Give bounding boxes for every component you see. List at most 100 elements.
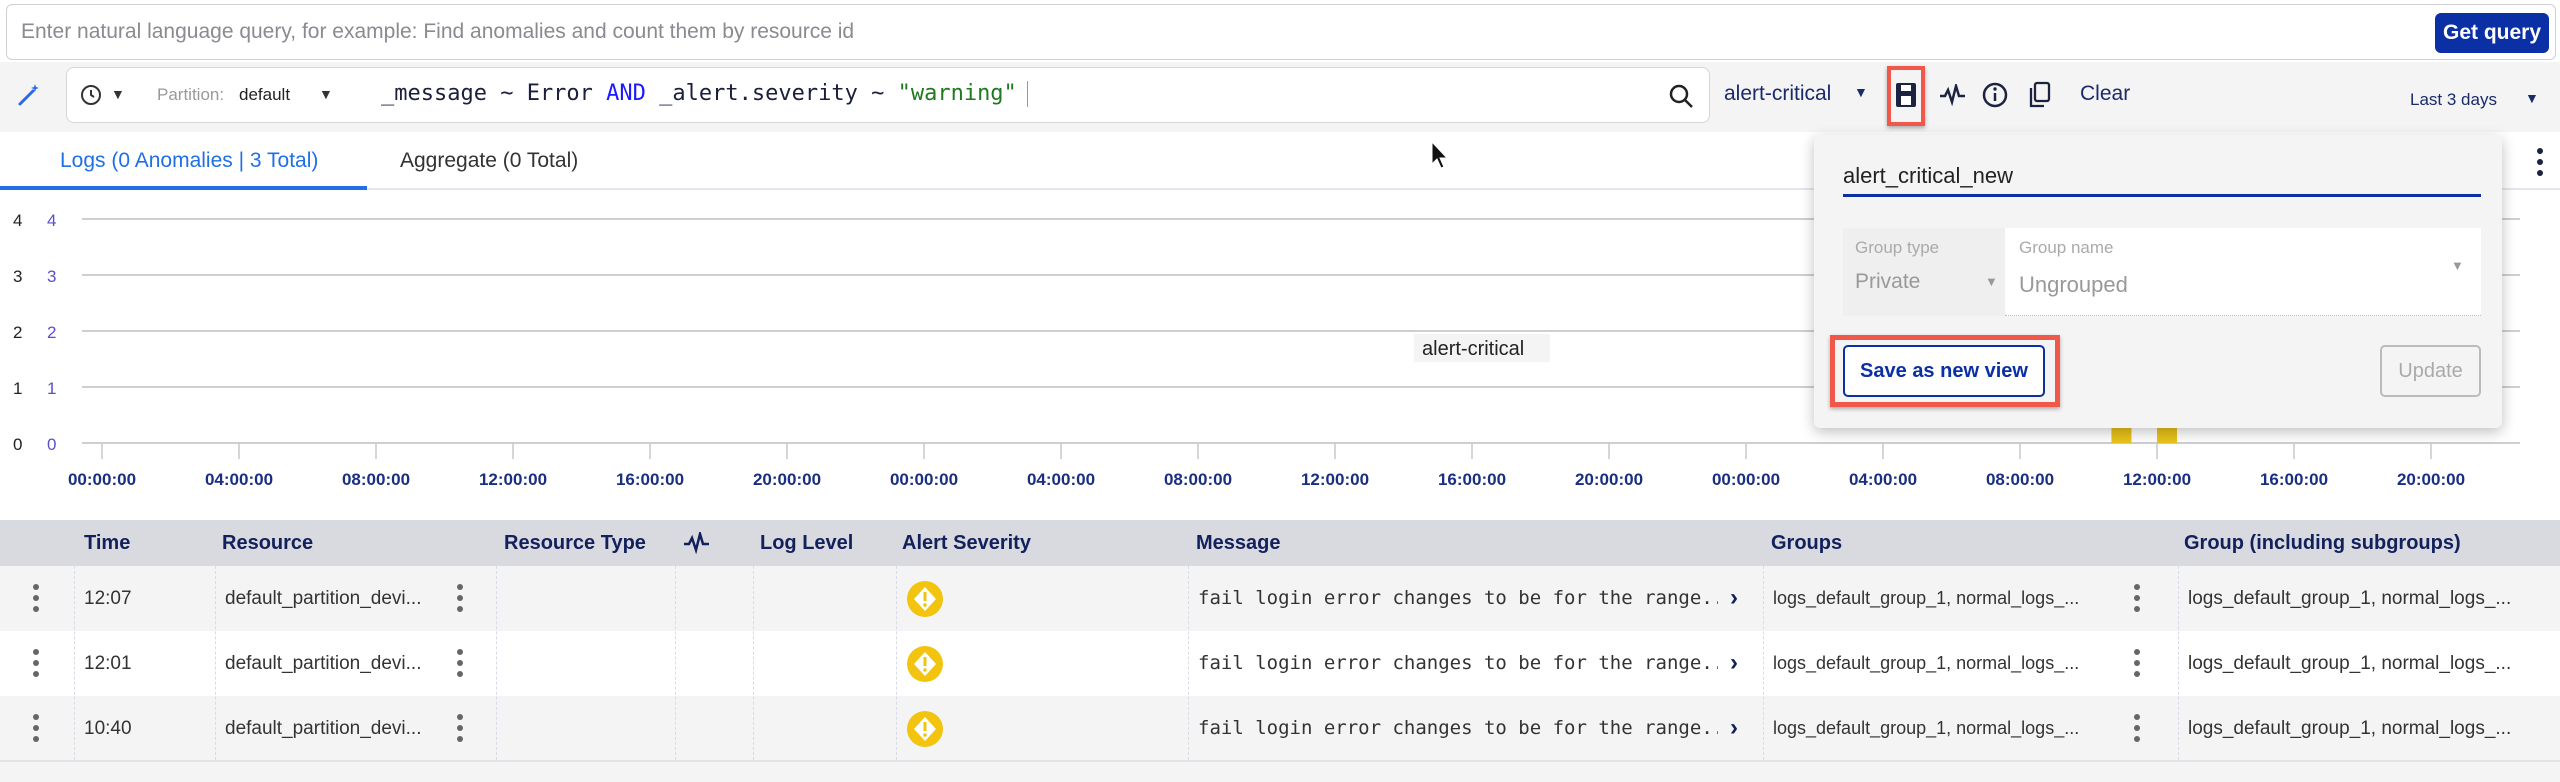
column-groups[interactable]: Groups [1771,520,1842,566]
row-menu-icon[interactable] [33,584,39,612]
series-label: alert-critical [1422,338,1524,360]
column-divider [496,566,497,760]
y-tick-right: 3 [47,267,56,286]
y-tick-right: 1 [47,379,56,398]
chevron-down-icon: ▼ [2451,258,2464,273]
query-text[interactable]: _message ~ Error AND _alert.severity ~ "… [381,81,1028,107]
column-divider [74,566,75,760]
column-resource-type[interactable]: Resource Type [504,520,646,566]
group-name-select[interactable]: Group name Ungrouped ▼ [2005,228,2481,316]
update-button[interactable]: Update [2380,345,2481,397]
column-group-subgroups[interactable]: Group (including subgroups) [2184,520,2461,566]
y-tick-left: 2 [13,323,22,342]
groups-subgroups-cell: logs_default_group_1, normal_logs_... [2188,718,2512,739]
y-tick-left: 3 [13,267,22,286]
query-token: AND [606,81,646,106]
x-tick-label: 04:00:00 [1027,470,1095,489]
copy-icon[interactable] [2025,79,2055,111]
chevron-down-icon[interactable]: ▼ [2525,90,2539,106]
message-cell: fail login error changes to be for the r… [1198,587,1718,609]
x-tick-label: 08:00:00 [1986,470,2054,489]
y-tick-right: 0 [47,435,56,454]
time-cell: 12:07 [84,588,132,609]
column-time[interactable]: Time [84,520,130,566]
tab-aggregate[interactable]: Aggregate (0 Total) [376,132,602,190]
column-divider [1763,566,1764,760]
time-range-select[interactable]: Last 3 days [2410,90,2497,110]
warning-severity-icon [907,711,943,747]
resource-cell: default_partition_devi... [225,718,422,739]
column-alert-severity[interactable]: Alert Severity [902,520,1031,566]
row-menu-icon[interactable] [2134,584,2140,612]
query-input-box[interactable]: ▼ Partition: default ▼ _message ~ Error … [66,67,1710,123]
row-menu-icon[interactable] [457,714,463,742]
table-row[interactable]: 10:40 default_partition_devi... fail login… [0,696,2560,761]
warning-severity-icon [907,646,943,682]
row-menu-icon[interactable] [33,649,39,677]
column-divider [896,566,897,760]
column-message[interactable]: Message [1196,520,1281,566]
magic-wand-icon[interactable] [14,80,44,110]
groups-subgroups-cell: logs_default_group_1, normal_logs_... [2188,653,2512,674]
table-row[interactable]: 12:01 default_partition_devi... fail login… [0,631,2560,696]
get-query-button[interactable]: Get query [2435,13,2549,53]
x-tick-label: 08:00:00 [1164,470,1232,489]
x-tick-label: 20:00:00 [753,470,821,489]
view-name-input[interactable] [1843,157,2481,197]
warning-severity-icon [907,581,943,617]
expand-chevron-icon[interactable]: › [1730,714,1738,742]
x-tick-label: 16:00:00 [616,470,684,489]
group-type-value: Private [1855,270,1921,293]
partition-select[interactable]: default [239,85,290,105]
x-tick-label: 20:00:00 [2397,470,2465,489]
save-icon[interactable] [1893,80,1919,110]
query-token: _alert.severity ~ [645,81,898,106]
expand-chevron-icon[interactable]: › [1730,584,1738,612]
row-menu-icon[interactable] [2134,714,2140,742]
chevron-down-icon[interactable]: ▼ [319,86,333,102]
group-name-value: Ungrouped [2019,272,2128,297]
table-header: Time Resource Resource Type Log Level Al… [0,520,2560,566]
x-tick-label: 16:00:00 [1438,470,1506,489]
row-menu-icon[interactable] [457,584,463,612]
y-tick-right: 4 [47,211,56,230]
more-options-icon[interactable] [2537,148,2543,176]
groups-cell: logs_default_group_1, normal_logs_... [1773,718,2080,738]
natural-language-query-input[interactable] [21,17,2401,47]
expand-chevron-icon[interactable]: › [1730,649,1738,677]
chevron-down-icon[interactable]: ▼ [111,86,125,102]
x-tick-label: 16:00:00 [2260,470,2328,489]
pulse-icon[interactable] [682,530,712,556]
column-divider [753,566,754,760]
y-tick-left: 0 [13,435,22,454]
history-icon[interactable] [77,81,105,109]
info-icon[interactable] [1980,80,2010,110]
row-menu-icon[interactable] [2134,649,2140,677]
query-toolbar: ▼ Partition: default ▼ _message ~ Error … [0,62,2560,132]
x-tick-label: 04:00:00 [205,470,273,489]
chevron-down-icon[interactable]: ▼ [1854,84,1868,100]
group-type-select[interactable]: Group type Private ▼ [1843,228,2005,316]
resource-cell: default_partition_devi... [225,653,422,674]
saved-view-select[interactable]: alert-critical [1724,82,1831,106]
row-menu-icon[interactable] [457,649,463,677]
x-tick-label: 00:00:00 [890,470,958,489]
search-icon[interactable] [1665,80,1697,112]
clear-button[interactable]: Clear [2080,82,2130,106]
x-tick-label: 12:00:00 [479,470,547,489]
column-log-level[interactable]: Log Level [760,520,853,566]
save-view-popup: Group type Private ▼ Group name Ungroupe… [1814,135,2502,428]
y-tick-right: 2 [47,323,56,342]
row-menu-icon[interactable] [33,714,39,742]
x-tick-label: 00:00:00 [68,470,136,489]
table-row[interactable]: 12:07 default_partition_devi... fail login… [0,566,2560,631]
groups-cell: logs_default_group_1, normal_logs_... [1773,588,2080,608]
group-type-label: Group type [1855,238,1940,257]
query-token: _message ~ Error [381,81,607,106]
column-resource[interactable]: Resource [222,520,313,566]
text-cursor [1026,81,1028,107]
pulse-icon[interactable] [1938,80,1968,110]
save-as-new-view-button[interactable]: Save as new view [1843,345,2045,397]
column-divider [1188,566,1189,760]
tab-logs[interactable]: Logs (0 Anomalies | 3 Total) [36,132,342,190]
